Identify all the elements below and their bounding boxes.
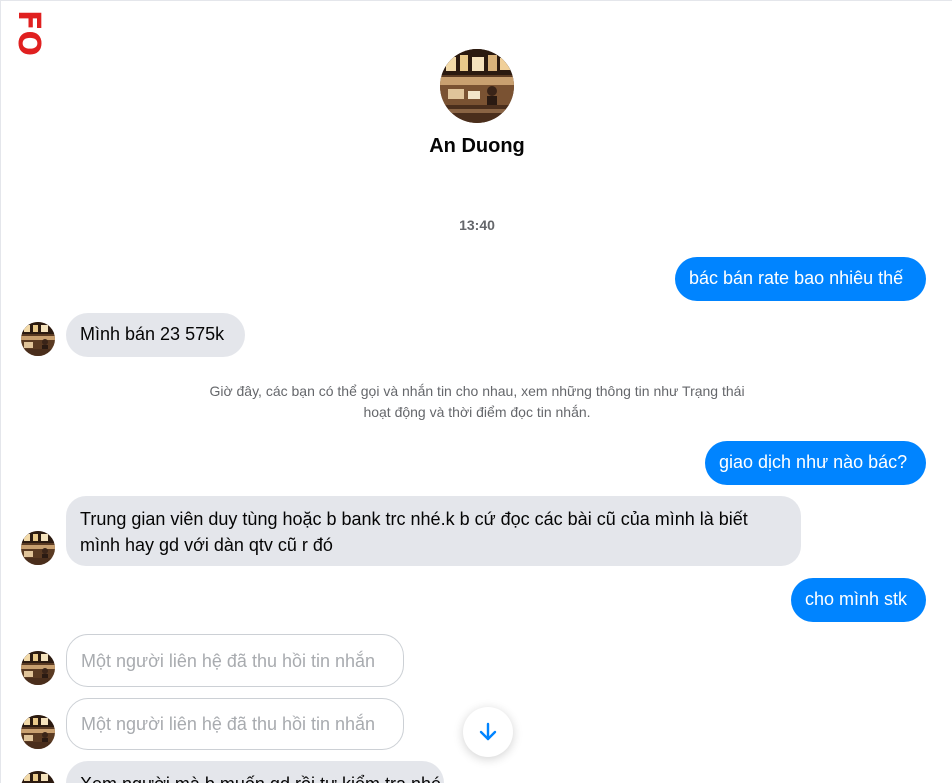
message-timestamp: 13:40 xyxy=(459,217,495,233)
message-bubble-unsent[interactable]: Một người liên hệ đã thu hồi tin nhắn xyxy=(66,698,404,750)
notice-line: Giờ đây, các bạn có thể gọi và nhắn tin … xyxy=(209,383,745,399)
message-text: Xem người mà b muốn gd rồi tự kiểm tra n… xyxy=(80,774,441,783)
profile-avatar[interactable] xyxy=(440,49,514,123)
message-bubble-incoming[interactable]: Xem người mà b muốn gd rồi tự kiểm tra n… xyxy=(66,761,444,783)
chat-window: FO An Duong 13:40 bác bán rate bao nhiêu… xyxy=(0,0,952,783)
chat-notice: Giờ đây, các bạn có thể gọi và nhắn tin … xyxy=(177,381,777,423)
unsent-message-text: Một người liên hệ đã thu hồi tin nhắn xyxy=(81,714,376,734)
watermark-text: FO xyxy=(11,10,45,56)
message-text-line: mình hay gd với dàn qtv cũ r đó xyxy=(80,535,333,555)
message-text: cho mình stk xyxy=(805,589,908,609)
message-bubble-outgoing[interactable]: bác bán rate bao nhiêu thế xyxy=(675,257,926,301)
message-text: bác bán rate bao nhiêu thế xyxy=(689,268,904,288)
message-text: Mình bán 23 575k xyxy=(80,324,225,344)
message-text-line: Trung gian viên duy tùng hoặc b bank trc… xyxy=(80,509,748,529)
message-bubble-incoming[interactable]: Mình bán 23 575k xyxy=(66,313,245,357)
notice-line: hoạt động và thời điểm đọc tin nhắn. xyxy=(363,404,591,420)
contact-avatar-small[interactable] xyxy=(21,322,55,356)
message-bubble-unsent[interactable]: Một người liên hệ đã thu hồi tin nhắn xyxy=(66,634,404,687)
contact-avatar-small[interactable] xyxy=(21,531,55,565)
message-text: giao dịch như nào bác? xyxy=(719,452,908,472)
message-bubble-outgoing[interactable]: cho mình stk xyxy=(791,578,926,622)
watermark-logo: FO xyxy=(11,6,45,60)
message-bubble-outgoing[interactable]: giao dịch như nào bác? xyxy=(705,441,926,485)
contact-name[interactable]: An Duong xyxy=(377,135,577,158)
message-bubble-incoming[interactable]: Trung gian viên duy tùng hoặc b bank trc… xyxy=(66,496,801,566)
scroll-to-bottom-button[interactable] xyxy=(463,707,513,757)
contact-avatar-small[interactable] xyxy=(21,771,55,783)
contact-avatar-small[interactable] xyxy=(21,715,55,749)
arrow-down-icon xyxy=(479,722,497,741)
unsent-message-text: Một người liên hệ đã thu hồi tin nhắn xyxy=(81,651,376,671)
contact-avatar-small[interactable] xyxy=(21,651,55,685)
